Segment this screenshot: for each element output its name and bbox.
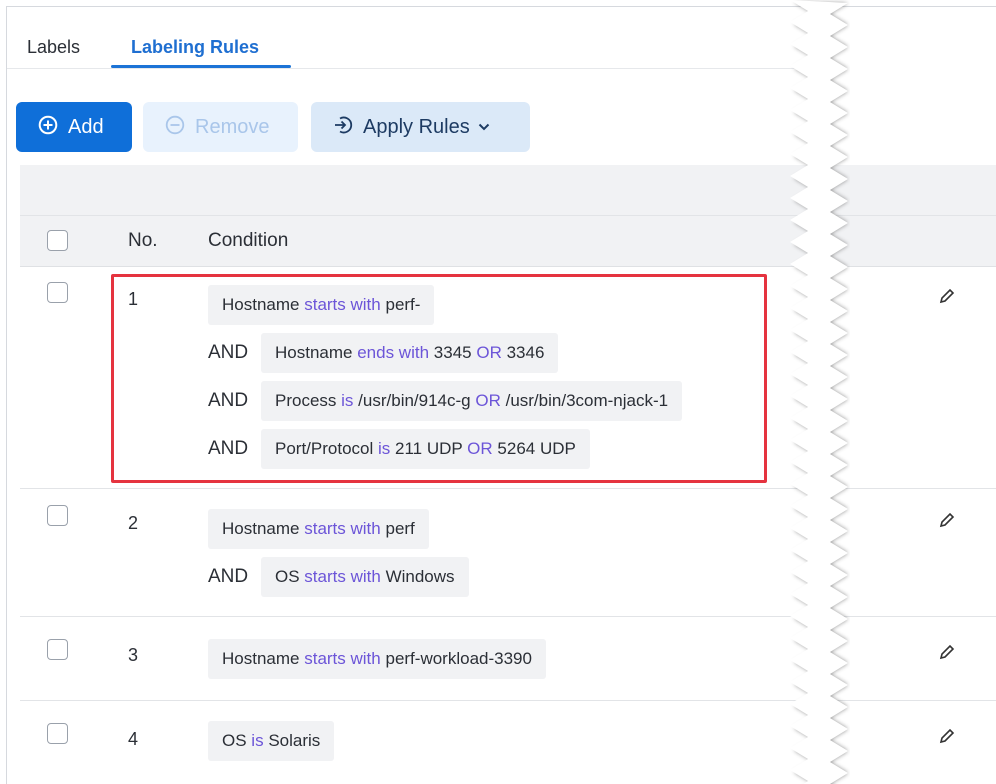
tab-labels[interactable]: Labels	[27, 37, 80, 58]
pencil-icon[interactable]	[938, 287, 956, 311]
condition-chip: OS starts with Windows	[261, 557, 469, 597]
condition-line: Hostname starts with perf	[208, 509, 429, 549]
minus-circle-icon	[165, 115, 185, 139]
condition-line: OS is Solaris	[208, 721, 335, 761]
row-number: 2	[128, 513, 139, 533]
apply-rules-button[interactable]: Apply Rules	[311, 102, 530, 152]
add-button-label: Add	[68, 115, 104, 138]
pencil-icon[interactable]	[938, 511, 956, 535]
add-button[interactable]: Add	[16, 102, 132, 152]
tab-labeling-rules[interactable]: Labeling Rules	[131, 37, 259, 58]
torn-edge-divider	[790, 0, 848, 784]
column-header-no: No.	[128, 230, 158, 251]
condition-chip: OS is Solaris	[208, 721, 335, 761]
select-all-checkbox[interactable]	[47, 230, 68, 251]
highlight-box	[111, 274, 767, 483]
remove-button-label: Remove	[195, 115, 270, 138]
plus-circle-icon	[38, 115, 58, 139]
row-number: 3	[128, 645, 139, 665]
apply-arrow-icon	[333, 115, 353, 139]
pencil-icon[interactable]	[938, 727, 956, 751]
chevron-down-icon	[478, 119, 490, 135]
and-operator: AND	[208, 566, 249, 587]
remove-button[interactable]: Remove	[143, 102, 298, 152]
row-checkbox[interactable]	[47, 505, 68, 526]
condition-line: Hostname starts with perf-workload-3390	[208, 639, 546, 679]
apply-rules-label: Apply Rules	[363, 115, 470, 138]
tab-bar: Labels Labeling Rules	[7, 7, 807, 69]
row-checkbox[interactable]	[47, 282, 68, 303]
condition-line: AND OS starts with Windows	[208, 557, 469, 597]
row-checkbox[interactable]	[47, 723, 68, 744]
condition-chip: Hostname starts with perf-workload-3390	[208, 639, 546, 679]
column-header-condition: Condition	[208, 230, 289, 251]
pencil-icon[interactable]	[938, 643, 956, 667]
active-tab-indicator	[111, 65, 291, 68]
condition-chip: Hostname starts with perf	[208, 509, 429, 549]
row-checkbox[interactable]	[47, 639, 68, 660]
row-number: 4	[128, 729, 139, 749]
